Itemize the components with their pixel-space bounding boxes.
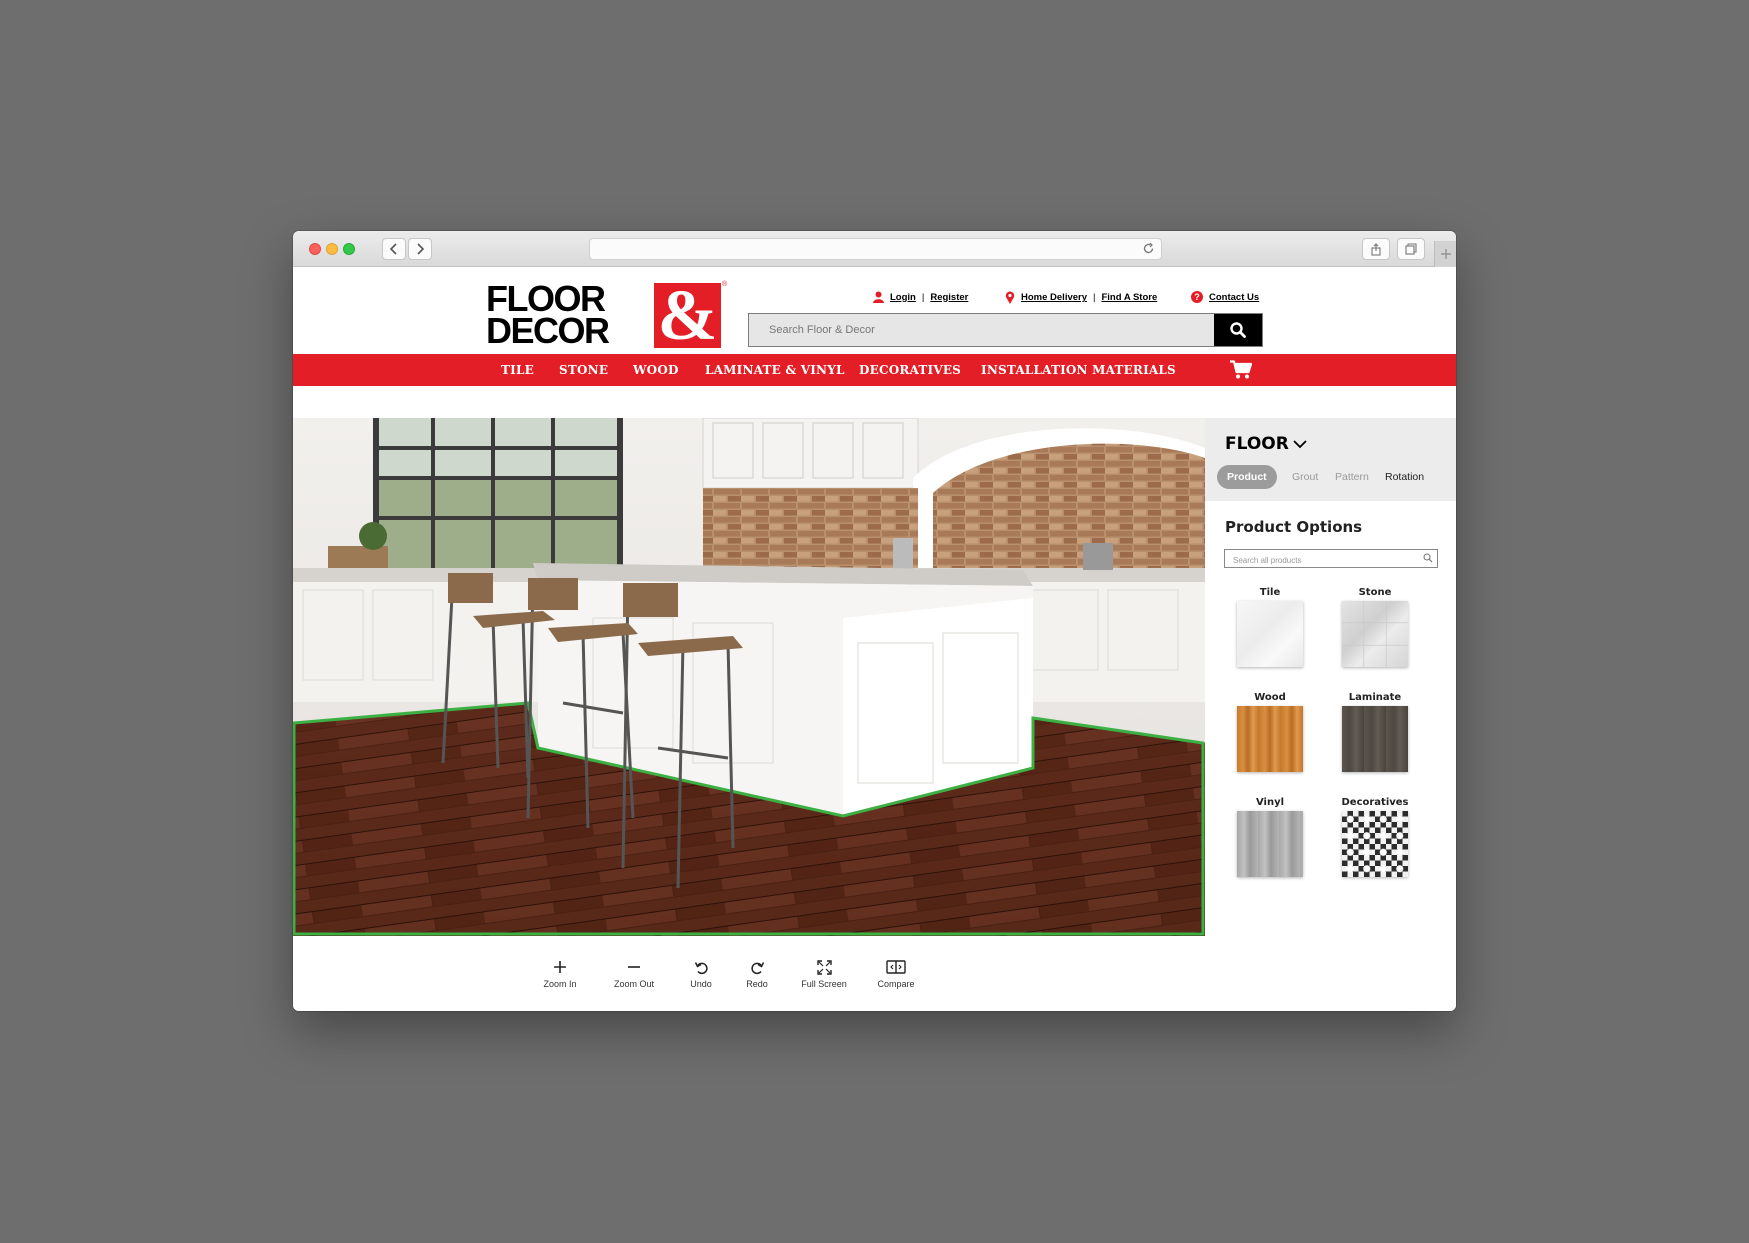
wood-swatch (1237, 706, 1303, 772)
help-icon: ? (1191, 291, 1203, 303)
category-wood[interactable]: Wood (1230, 692, 1310, 772)
fullscreen-icon (816, 959, 832, 975)
zoom-out-button[interactable]: Zoom Out (599, 958, 669, 989)
surface-label: FLOOR (1225, 434, 1289, 454)
tab-grout[interactable]: Grout (1282, 465, 1328, 489)
zoom-in-label: Zoom In (543, 979, 577, 989)
site-search (748, 313, 1263, 347)
category-label: Vinyl (1255, 797, 1285, 808)
category-label: Decoratives (1341, 797, 1409, 808)
chevron-left-icon (389, 243, 397, 255)
browser-forward-button[interactable] (408, 238, 432, 260)
category-label: Laminate (1348, 692, 1402, 703)
category-tile[interactable]: Tile (1230, 587, 1310, 667)
svg-text:?: ? (1194, 292, 1200, 302)
compare-button[interactable]: Compare (861, 958, 931, 989)
chevron-down-icon (1293, 439, 1307, 448)
find-store-link[interactable]: Find A Store (1101, 292, 1157, 303)
browser-back-button[interactable] (382, 238, 406, 260)
login-link[interactable]: Login (890, 292, 916, 303)
share-icon (1371, 242, 1381, 256)
cart-icon[interactable] (1230, 360, 1252, 379)
zoom-out-label: Zoom Out (613, 979, 654, 989)
vinyl-swatch (1237, 811, 1303, 877)
redo-label: Redo (746, 979, 768, 989)
minimize-window-button[interactable] (326, 243, 338, 255)
product-search-input[interactable] (1225, 552, 1415, 569)
undo-icon (694, 961, 708, 974)
redo-icon (750, 961, 764, 974)
full-screen-label: Full Screen (801, 979, 847, 989)
category-label: Tile (1259, 587, 1281, 598)
web-page: FLOOR DECOR & ® Login | Register Home De… (293, 268, 1456, 1011)
account-links: Login | Register (873, 291, 968, 303)
full-screen-button[interactable]: Full Screen (789, 958, 859, 989)
kitchen-scene-image (293, 418, 1205, 936)
show-tabs-button[interactable] (1397, 238, 1425, 260)
tab-rotation[interactable]: Rotation (1375, 465, 1434, 489)
logo-ampersand: & (654, 279, 721, 351)
category-vinyl[interactable]: Vinyl (1230, 797, 1310, 877)
surface-selector[interactable]: FLOOR (1225, 434, 1307, 454)
nav-item-stone[interactable]: STONE (559, 363, 608, 377)
search-input[interactable] (749, 314, 1212, 346)
category-decoratives[interactable]: Decoratives (1335, 797, 1415, 877)
nav-item-tile[interactable]: TILE (501, 363, 534, 377)
product-options-title: Product Options (1225, 518, 1363, 536)
home-delivery-link[interactable]: Home Delivery (1021, 292, 1087, 303)
user-icon (873, 291, 884, 303)
minus-icon (628, 966, 640, 968)
link-separator: | (921, 291, 925, 303)
stone-swatch (1342, 601, 1408, 667)
room-visualizer-canvas[interactable] (293, 418, 1205, 936)
redo-button[interactable]: Redo (722, 958, 792, 989)
main-navigation: TILE STONE WOOD LAMINATE & VINYL DECORAT… (293, 354, 1456, 386)
plus-icon (1440, 249, 1451, 259)
reload-icon[interactable] (1142, 242, 1155, 255)
tab-pattern[interactable]: Pattern (1325, 465, 1379, 489)
maximize-window-button[interactable] (343, 243, 355, 255)
close-window-button[interactable] (309, 243, 321, 255)
compare-label: Compare (877, 979, 915, 989)
category-stone[interactable]: Stone (1335, 587, 1415, 667)
search-icon[interactable] (1423, 553, 1433, 563)
nav-item-wood[interactable]: WOOD (633, 363, 679, 377)
browser-window: FLOOR DECOR & ® Login | Register Home De… (293, 231, 1456, 1011)
logo-registered-mark: ® (722, 281, 728, 288)
logo-wordmark: FLOOR DECOR (486, 281, 610, 351)
floor-decor-logo[interactable]: FLOOR DECOR & ® (486, 279, 727, 351)
contact-links: ? Contact Us (1191, 291, 1259, 303)
tile-swatch (1237, 601, 1303, 667)
store-links: Home Delivery | Find A Store (1005, 291, 1157, 304)
browser-titlebar (293, 231, 1456, 267)
logo-word-decor: DECOR (486, 310, 610, 351)
plus-icon (554, 961, 566, 973)
nav-item-decoratives[interactable]: DECORATIVES (859, 363, 961, 377)
compare-icon (886, 960, 906, 974)
category-laminate[interactable]: Laminate (1335, 692, 1415, 772)
zoom-in-button[interactable]: Zoom In (525, 958, 595, 989)
nav-item-laminate-vinyl[interactable]: LAMINATE & VINYL (705, 363, 845, 377)
search-button[interactable] (1214, 314, 1262, 346)
decoratives-swatch (1342, 811, 1408, 877)
contact-us-link[interactable]: Contact Us (1209, 292, 1259, 303)
tabs-icon (1405, 243, 1417, 255)
category-label: Stone (1358, 587, 1392, 598)
product-panel: FLOOR Product Grout Pattern Rotation Pro… (1205, 418, 1456, 1011)
new-tab-button[interactable] (1434, 241, 1456, 267)
location-pin-icon (1005, 291, 1015, 304)
category-label: Wood (1254, 692, 1286, 703)
address-bar[interactable] (589, 238, 1162, 260)
register-link[interactable]: Register (930, 292, 968, 303)
link-separator: | (1093, 292, 1096, 303)
laminate-swatch (1342, 706, 1408, 772)
product-search (1224, 549, 1438, 569)
surface-header: FLOOR Product Grout Pattern Rotation (1205, 418, 1456, 501)
nav-item-installation-materials[interactable]: INSTALLATION MATERIALS (981, 363, 1176, 377)
tab-product[interactable]: Product (1217, 465, 1277, 489)
share-button[interactable] (1362, 238, 1390, 260)
chevron-right-icon (417, 243, 425, 255)
search-icon (1230, 322, 1246, 338)
